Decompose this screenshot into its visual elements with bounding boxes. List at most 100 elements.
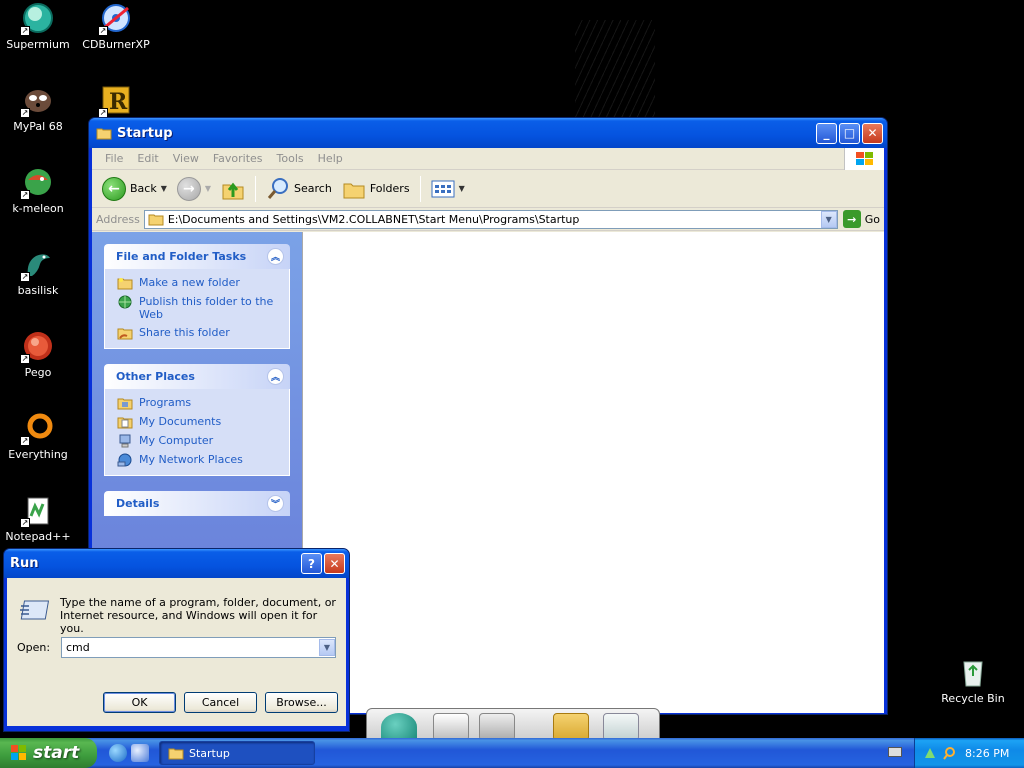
cancel-button[interactable]: Cancel (184, 692, 257, 713)
forward-button[interactable]: → ▼ (173, 174, 215, 204)
tray-network-icon[interactable] (923, 746, 937, 760)
dock-supermium-icon[interactable] (381, 713, 417, 741)
k-meleon-icon: ↗ (20, 166, 54, 200)
back-arrow-icon: ← (102, 176, 126, 201)
dock-recycle-icon[interactable] (603, 713, 639, 741)
dock-document-icon[interactable] (433, 713, 469, 741)
toolbar-separator (255, 175, 257, 202)
go-arrow-icon: → (842, 210, 861, 228)
menu-tools[interactable]: Tools (270, 152, 311, 165)
open-dropdown-button[interactable]: ▼ (319, 639, 335, 656)
desktop-icon-mypal[interactable]: ↗ MyPal 68 (0, 84, 76, 133)
programs-folder-icon (117, 398, 133, 410)
desktop-icon-everything[interactable]: ↗ Everything (0, 412, 76, 461)
run-description: Type the name of a program, folder, docu… (60, 596, 336, 635)
quick-launch-ie-icon[interactable] (131, 744, 149, 762)
my-computer-icon (119, 434, 131, 448)
my-documents-link[interactable]: My Documents (117, 415, 281, 429)
programs-link[interactable]: Programs (117, 396, 281, 410)
window-title: Startup (117, 125, 173, 141)
basilisk-icon: ↗ (20, 248, 54, 282)
up-folder-icon (222, 182, 244, 199)
file-list-pane[interactable] (302, 232, 884, 713)
desktop-icon-r-app[interactable]: R ↗ (78, 84, 154, 120)
taskbar: start Startup 8:26 PM (0, 738, 1024, 768)
dock-bar (366, 708, 660, 741)
minimize-button[interactable]: _ (816, 122, 837, 144)
dock-tools-icon[interactable] (479, 713, 515, 741)
menu-favorites[interactable]: Favorites (206, 152, 270, 165)
details-panel: Details ︾ (104, 491, 290, 516)
open-label: Open: (17, 641, 51, 654)
up-folder-button[interactable] (217, 174, 249, 204)
menu-edit[interactable]: Edit (130, 152, 165, 165)
file-folder-tasks-header[interactable]: File and Folder Tasks ︽ (104, 244, 290, 269)
file-folder-tasks-panel: File and Folder Tasks ︽ Make a new folde… (104, 244, 290, 349)
browse-button[interactable]: Browse... (265, 692, 338, 713)
system-tray: 8:26 PM (914, 738, 1024, 768)
forward-arrow-icon: → (176, 176, 201, 201)
make-new-folder-link[interactable]: Make a new folder (117, 276, 281, 290)
menu-help[interactable]: Help (311, 152, 350, 165)
keyboard-icon[interactable] (888, 747, 902, 757)
menu-view[interactable]: View (166, 152, 206, 165)
run-dialog[interactable]: Run ? ✕ Type the name of a program, fold… (3, 548, 350, 732)
address-dropdown-button[interactable]: ▼ (820, 210, 837, 228)
my-computer-link[interactable]: My Computer (117, 434, 281, 448)
dock-folder-icon[interactable] (553, 713, 589, 741)
maximize-button[interactable]: □ (839, 122, 860, 144)
menu-file[interactable]: File (98, 152, 130, 165)
folder-icon (148, 214, 164, 226)
folders-icon (343, 183, 365, 198)
windows-logo-icon (11, 745, 26, 760)
my-network-places-link[interactable]: My Network Places (117, 453, 281, 467)
share-folder-link[interactable]: Share this folder (117, 326, 281, 340)
tray-search-icon[interactable] (942, 746, 956, 760)
clock[interactable]: 8:26 PM (965, 747, 1009, 760)
address-input[interactable]: E:\Documents and Settings\VM2.COLLABNET\… (143, 209, 838, 229)
taskbar-item-startup[interactable]: Startup (159, 741, 315, 765)
folders-button[interactable]: Folders (338, 174, 414, 204)
desktop-icon-basilisk[interactable]: ↗ basilisk (0, 248, 76, 297)
desktop-icon-k-meleon[interactable]: ↗ k-meleon (0, 166, 76, 215)
back-button[interactable]: ← Back ▼ (98, 174, 171, 204)
open-input[interactable]: cmd ▼ (61, 637, 336, 658)
close-button[interactable]: ✕ (862, 122, 883, 144)
chevron-down-icon: ▼ (160, 184, 167, 193)
address-bar: Address E:\Documents and Settings\VM2.CO… (92, 208, 884, 231)
other-places-panel: Other Places ︽ Programs My Documents My … (104, 364, 290, 476)
publish-folder-web-link[interactable]: Publish this folder to the Web (117, 295, 281, 321)
notepadpp-icon: ↗ (20, 494, 54, 528)
desktop-icon-supermium[interactable]: ↗ Supermium (0, 2, 76, 51)
toolbar: ← Back ▼ → ▼ Search Folders ▼ (92, 170, 884, 208)
chevron-down-icon: ▼ (458, 184, 465, 193)
quick-launch-browser-icon[interactable] (109, 744, 127, 762)
help-button[interactable]: ? (301, 553, 322, 574)
collapse-chevron-icon[interactable]: ︽ (267, 248, 284, 265)
run-close-button[interactable]: ✕ (324, 553, 345, 574)
go-button[interactable]: → Go (842, 210, 880, 228)
chevron-down-icon: ▼ (204, 184, 212, 193)
details-header[interactable]: Details ︾ (104, 491, 290, 516)
network-places-icon (117, 453, 132, 467)
other-places-header[interactable]: Other Places ︽ (104, 364, 290, 389)
my-documents-icon (117, 417, 133, 429)
collapse-chevron-icon[interactable]: ︽ (267, 368, 284, 385)
globe-icon (118, 295, 132, 309)
desktop-icon-notepadpp[interactable]: ↗ Notepad++ (0, 494, 76, 543)
menu-bar: File Edit View Favorites Tools Help (92, 148, 884, 170)
ok-button[interactable]: OK (103, 692, 176, 713)
new-folder-icon (117, 278, 133, 290)
cdburnerxp-icon: ↗ (98, 2, 132, 36)
desktop-icon-cdburnerxp[interactable]: ↗ CDBurnerXP (78, 2, 154, 51)
supermium-icon: ↗ (20, 2, 54, 36)
start-button[interactable]: start (0, 738, 97, 768)
search-button[interactable]: Search (262, 174, 336, 204)
run-titlebar[interactable]: Run ? ✕ (4, 549, 349, 578)
explorer-titlebar[interactable]: Startup _ □ ✕ (89, 118, 887, 148)
background-decoration (575, 20, 655, 120)
views-button[interactable]: ▼ (427, 174, 469, 204)
desktop-icon-recycle-bin[interactable]: Recycle Bin (935, 656, 1011, 705)
expand-chevron-icon[interactable]: ︾ (267, 495, 284, 512)
desktop-icon-pego[interactable]: ↗ Pego (0, 330, 76, 379)
